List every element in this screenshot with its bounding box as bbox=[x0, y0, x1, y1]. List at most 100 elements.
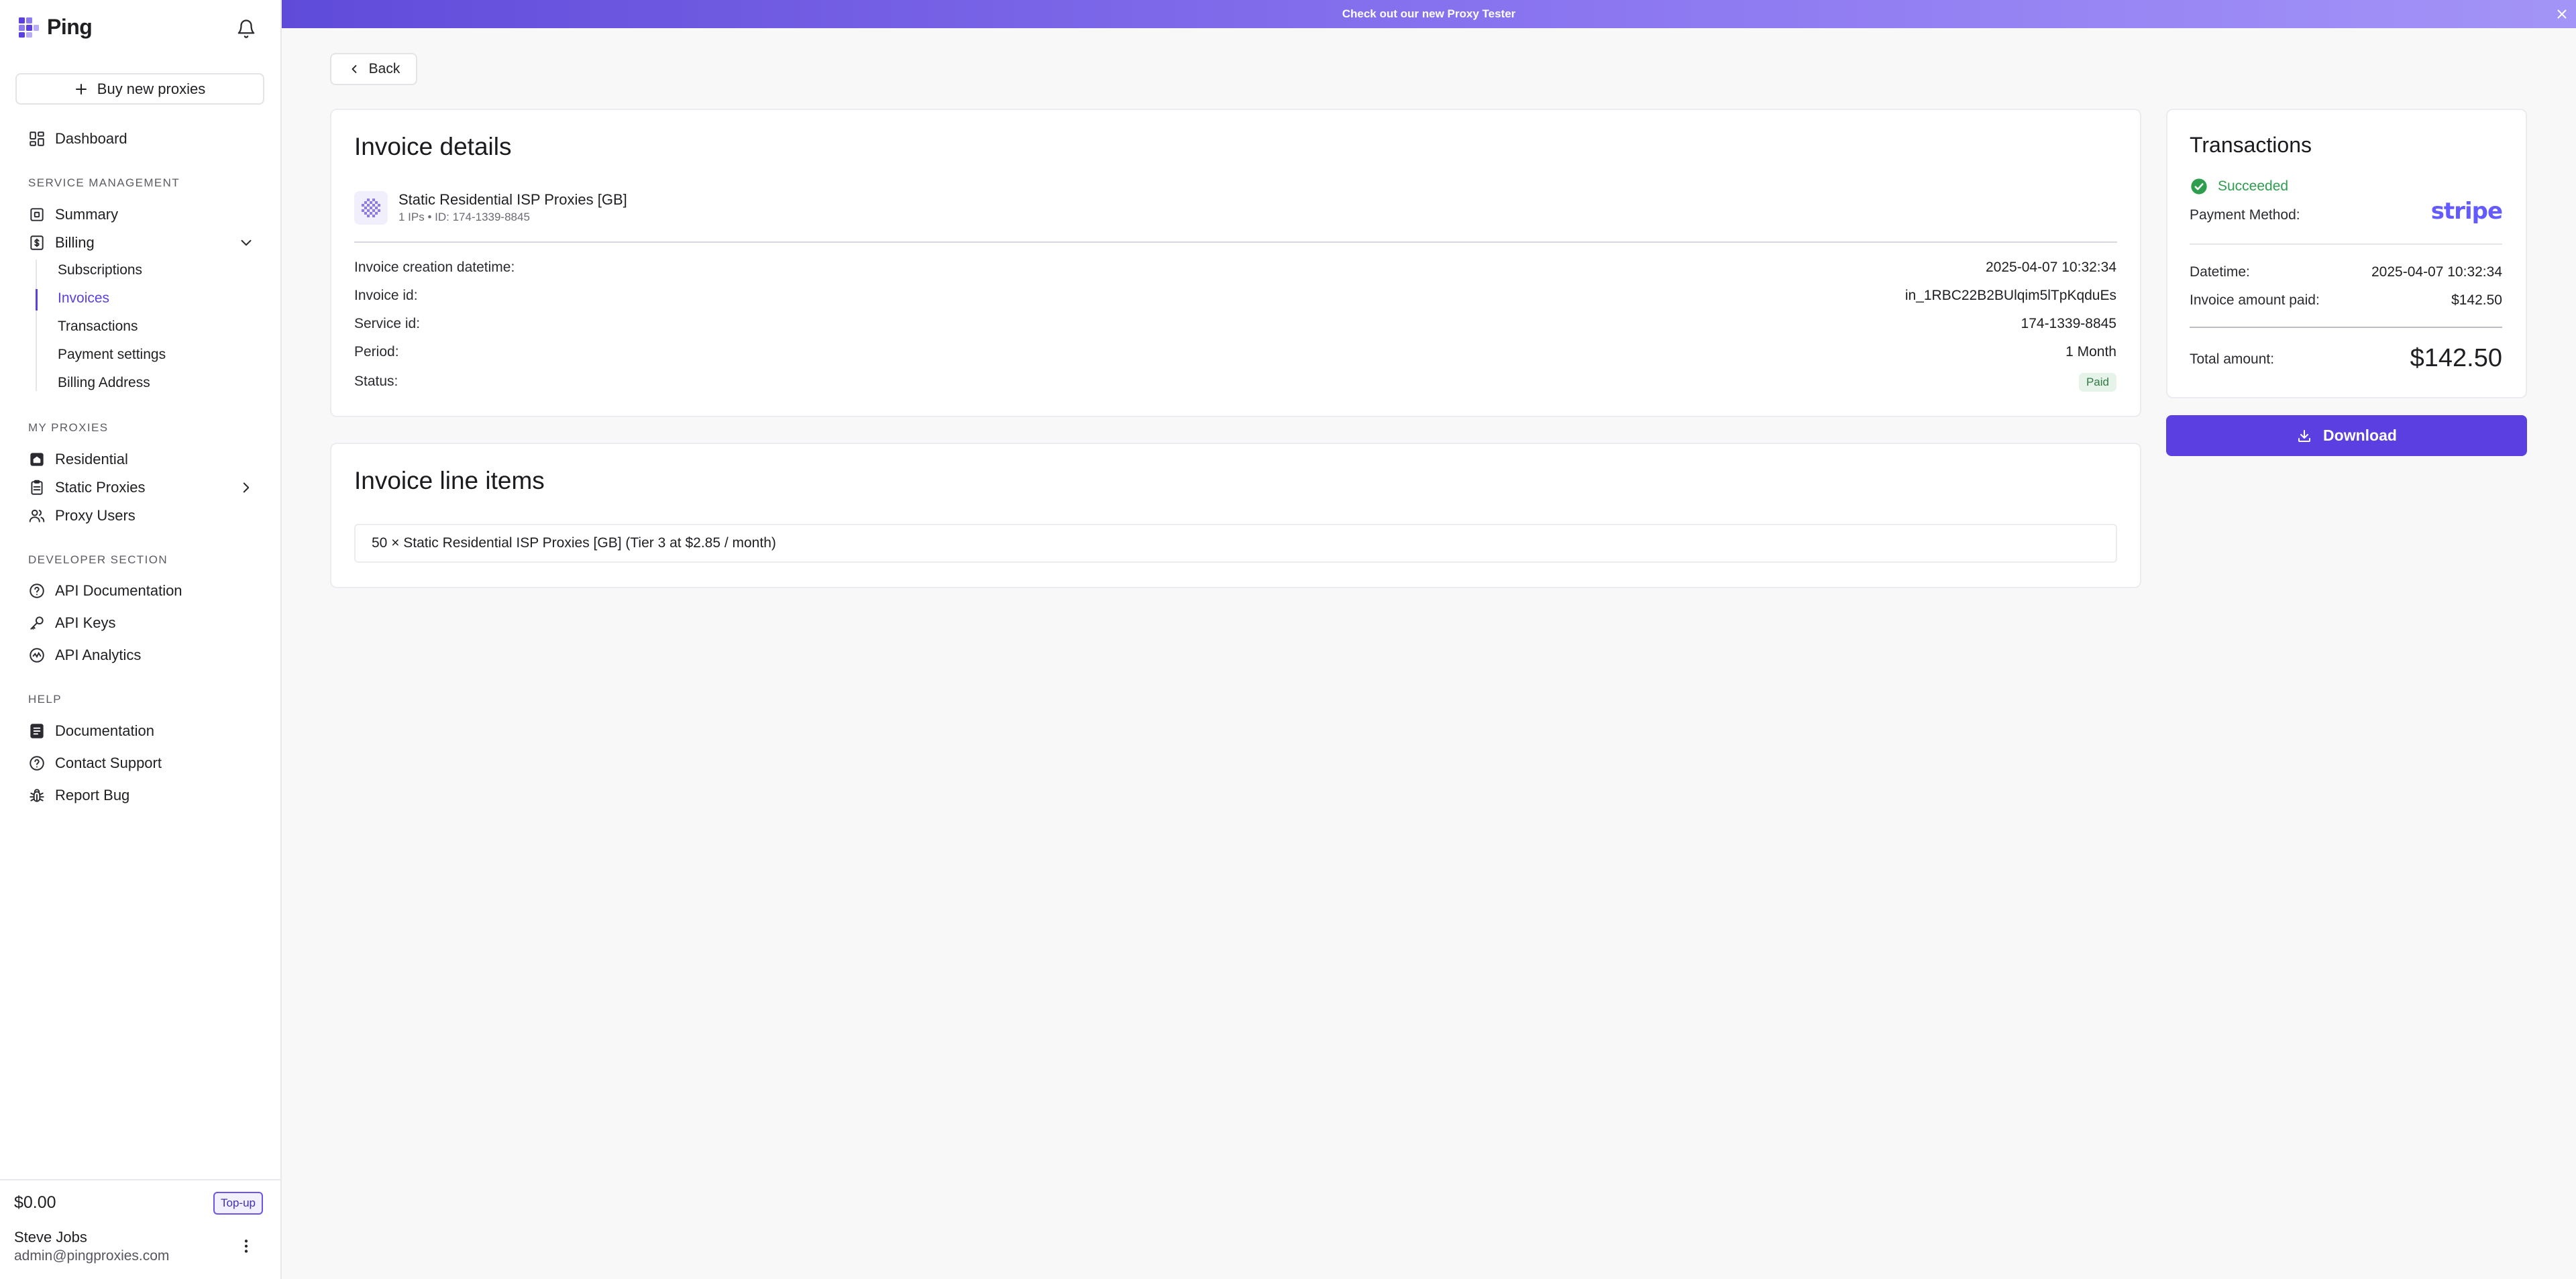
user-email: admin@pingproxies.com bbox=[14, 1248, 170, 1264]
sidebar-item-label: Contact Support bbox=[55, 755, 162, 771]
period-value: 1 Month bbox=[2065, 344, 2116, 359]
product-icon bbox=[354, 191, 388, 225]
sidebar-item-summary[interactable]: Summary bbox=[28, 206, 118, 223]
section-label-my-proxies: MY PROXIES bbox=[28, 421, 109, 434]
total-amount-value: $142.50 bbox=[2410, 344, 2502, 372]
house-icon bbox=[28, 451, 46, 468]
billing-submenu-line bbox=[36, 260, 37, 391]
sidebar-item-label: Summary bbox=[55, 206, 119, 223]
sidebar-item-billing[interactable]: Billing bbox=[28, 234, 95, 252]
bug-icon bbox=[28, 787, 46, 804]
sidebar-item-label: Static Proxies bbox=[55, 479, 146, 496]
users-icon bbox=[28, 507, 46, 524]
more-vertical-icon[interactable] bbox=[237, 1237, 255, 1255]
account-balance: $0.00 bbox=[14, 1193, 56, 1212]
stripe-logo: stripe bbox=[2430, 198, 2503, 225]
key-icon bbox=[28, 614, 46, 632]
sidebar-item-label: API Analytics bbox=[55, 647, 142, 663]
active-indicator bbox=[36, 289, 38, 311]
invoice-creation-value: 2025-04-07 10:32:34 bbox=[1986, 260, 2116, 275]
total-amount-label: Total amount: bbox=[2190, 351, 2275, 367]
divider bbox=[0, 1179, 282, 1180]
sidebar-item-proxy-users[interactable]: Proxy Users bbox=[28, 507, 136, 524]
sidebar-item-dashboard[interactable]: Dashboard bbox=[28, 130, 127, 148]
question-circle-icon bbox=[28, 755, 46, 772]
ping-logo-icon bbox=[17, 16, 40, 39]
section-label-help: HELP bbox=[28, 693, 62, 706]
sidebar-item-api-documentation[interactable]: API Documentation bbox=[28, 582, 182, 600]
transaction-status: Succeeded bbox=[2190, 177, 2288, 196]
invoice-line-items-title: Invoice line items bbox=[354, 467, 545, 494]
summary-icon bbox=[28, 206, 46, 223]
sidebar-item-report-bug[interactable]: Report Bug bbox=[28, 787, 129, 804]
topup-button[interactable]: Top-up bbox=[213, 1192, 263, 1215]
invoice-line-items-card bbox=[330, 443, 2141, 588]
section-label-developer: DEVELOPER SECTION bbox=[28, 553, 168, 566]
sidebar-item-subscriptions[interactable]: Subscriptions bbox=[58, 262, 142, 278]
dashboard-icon bbox=[28, 130, 46, 148]
document-icon bbox=[28, 722, 46, 740]
sidebar-item-label: Documentation bbox=[55, 722, 154, 739]
list-item: 50 × Static Residential ISP Proxies [GB]… bbox=[354, 524, 2117, 563]
sidebar-item-residential[interactable]: Residential bbox=[28, 451, 128, 468]
chevron-right-icon[interactable] bbox=[237, 479, 255, 496]
announcement-banner[interactable]: Check out our new Proxy Tester bbox=[282, 0, 2576, 28]
brand-name: Ping bbox=[47, 15, 93, 39]
download-button[interactable]: Download bbox=[2166, 415, 2527, 456]
divider bbox=[2190, 327, 2502, 328]
chevron-left-icon bbox=[347, 62, 361, 76]
banner-text: Check out our new Proxy Tester bbox=[1342, 7, 1516, 20]
sidebar-item-documentation[interactable]: Documentation bbox=[28, 722, 154, 740]
user-name: Steve Jobs bbox=[14, 1229, 87, 1245]
sidebar-item-payment-settings[interactable]: Payment settings bbox=[58, 347, 166, 363]
back-label: Back bbox=[368, 61, 400, 76]
download-label: Download bbox=[2323, 427, 2397, 444]
billing-icon bbox=[28, 234, 46, 252]
sidebar-item-label: Dashboard bbox=[55, 130, 127, 147]
datetime-label: Datetime: bbox=[2190, 264, 2250, 280]
download-icon bbox=[2296, 428, 2312, 444]
clipboard-icon bbox=[28, 479, 46, 496]
sidebar-item-api-keys[interactable]: API Keys bbox=[28, 614, 115, 632]
sidebar-item-contact-support[interactable]: Contact Support bbox=[28, 755, 162, 772]
status-text: Succeeded bbox=[2218, 178, 2289, 194]
datetime-value: 2025-04-07 10:32:34 bbox=[2371, 264, 2502, 280]
back-button[interactable]: Back bbox=[330, 53, 417, 85]
sidebar: Ping Buy new proxies Dashboard SERVICE M… bbox=[0, 0, 282, 1279]
sidebar-item-label: Proxy Users bbox=[55, 507, 136, 524]
invoice-details-title: Invoice details bbox=[354, 133, 512, 160]
sidebar-item-label: Residential bbox=[55, 451, 128, 467]
close-icon[interactable] bbox=[2555, 7, 2569, 21]
amount-paid-label: Invoice amount paid: bbox=[2190, 292, 2320, 308]
status-label: Status: bbox=[354, 374, 398, 389]
status-badge: Paid bbox=[2078, 373, 2116, 392]
sidebar-item-transactions[interactable]: Transactions bbox=[58, 319, 138, 335]
amount-paid-value: $142.50 bbox=[2451, 292, 2502, 308]
service-id-label: Service id: bbox=[354, 316, 421, 331]
bell-icon[interactable] bbox=[236, 19, 256, 39]
question-circle-icon bbox=[28, 582, 46, 600]
service-id-value: 174-1339-8845 bbox=[2021, 316, 2116, 331]
buy-new-proxies-button[interactable]: Buy new proxies bbox=[15, 73, 264, 105]
sidebar-item-billing-address[interactable]: Billing Address bbox=[58, 375, 150, 391]
sidebar-item-label: API Keys bbox=[55, 614, 116, 631]
analytics-icon bbox=[28, 647, 46, 664]
period-label: Period: bbox=[354, 344, 399, 359]
brand[interactable]: Ping bbox=[17, 15, 93, 40]
invoice-details-card bbox=[330, 109, 2141, 417]
sidebar-item-label: Billing bbox=[55, 234, 95, 251]
check-circle-icon bbox=[2190, 177, 2208, 196]
product-name: Static Residential ISP Proxies [GB] bbox=[398, 191, 627, 208]
product-meta: 1 IPs • ID: 174-1339-8845 bbox=[398, 211, 530, 223]
section-label-service-management: SERVICE MANAGEMENT bbox=[28, 176, 180, 189]
divider bbox=[354, 241, 2117, 243]
sidebar-item-label: Report Bug bbox=[55, 787, 130, 803]
chevron-down-icon[interactable] bbox=[237, 234, 255, 252]
plus-icon bbox=[74, 82, 88, 96]
invoice-id-value: in_1RBC22B2BUlqim5lTpKqduEs bbox=[1904, 288, 2116, 303]
divider bbox=[2190, 243, 2502, 245]
sidebar-item-invoices[interactable]: Invoices bbox=[58, 290, 109, 307]
sidebar-item-static-proxies[interactable]: Static Proxies bbox=[28, 479, 146, 496]
sidebar-item-api-analytics[interactable]: API Analytics bbox=[28, 647, 141, 664]
sidebar-item-label: API Documentation bbox=[55, 582, 182, 599]
